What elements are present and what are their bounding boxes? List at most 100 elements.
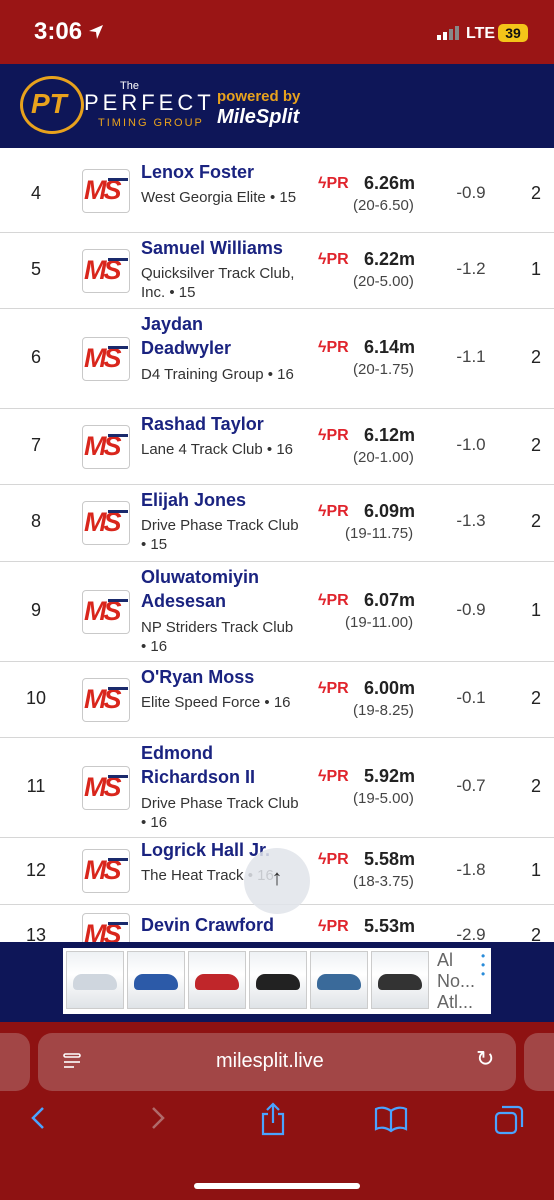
mark-imperial: (18-3.75) [353,873,414,890]
place: 6 [30,347,41,367]
car-image [127,951,185,1009]
athlete-team: Drive Phase Track Club • 15 [141,517,299,553]
logo-mark: PT [31,88,67,119]
athlete-name[interactable]: Rashad Taylor [141,412,311,436]
ad-banner[interactable]: Al No... Atl... • • • [63,948,491,1014]
team-logo: MS [82,766,130,810]
place: 9 [30,600,41,620]
heat: 2 [530,511,541,531]
mark-imperial: (19-11.75) [345,525,414,542]
reload-icon[interactable]: ↻ [476,1046,494,1072]
pr-badge: ϟPR [318,339,349,356]
forward-icon[interactable] [148,1105,168,1138]
team-logo: MS [82,678,130,722]
wind: -1.8 [456,860,486,879]
athlete-name[interactable]: Samuel Williams [141,236,311,260]
place: 5 [30,259,41,279]
previous-tab-edge[interactable] [0,1033,30,1091]
arrow-up-icon: ↑ [271,865,283,890]
team-logo: MS [82,249,130,293]
team-logo: MS [82,501,130,545]
status-time: 3:06 [34,18,83,45]
athlete-name[interactable]: Jaydan Deadwyler [141,312,251,360]
more-icon[interactable]: • • • [481,950,485,980]
mark: 6.12m [364,425,416,445]
share-icon[interactable] [259,1102,287,1143]
network-type: LTE [466,25,496,42]
table-row[interactable]: 4 MS Lenox Foster West Georgia Elite • 1… [0,148,554,233]
athlete-name[interactable]: Elijah Jones [141,488,311,512]
heat: 2 [530,183,541,203]
heat: 2 [530,347,541,367]
back-icon[interactable] [28,1105,48,1138]
car-image [188,951,246,1009]
wind: -0.1 [456,688,486,707]
logo-perfect: PERFECT [84,90,215,115]
url-text: milesplit.live [216,1050,324,1072]
table-row[interactable]: 10 MS O'Ryan Moss Elite Speed Force • 16… [0,662,554,738]
mark: 6.09m [364,501,416,521]
pr-badge: ϟPR [318,427,349,444]
athlete-team: Lane 4 Track Club • 16 [141,441,294,458]
car-image [371,951,429,1009]
athlete-name[interactable]: Edmond Richardson II [141,741,291,789]
heat: 2 [530,435,541,455]
mark-imperial: (19-5.00) [353,790,414,807]
athlete-team: NP Striders Track Club • 16 [141,619,294,655]
place: 10 [25,688,47,708]
place: 4 [30,183,41,203]
athlete-name[interactable]: Oluwatomiyin Adesesan [141,565,291,613]
place: 7 [30,435,41,455]
milesplit-logo[interactable]: MileSplit [217,106,299,129]
place: 8 [30,511,41,531]
signal-icon [437,26,459,40]
athlete-team: D4 Training Group • 16 [141,366,294,383]
pr-badge: ϟPR [318,175,349,192]
heat: 2 [530,925,541,942]
athlete-name[interactable]: Lenox Foster [141,160,311,184]
pr-badge: ϟPR [318,503,349,520]
next-tab-edge[interactable] [524,1033,554,1091]
page-menu-icon[interactable] [62,1051,81,1071]
wind: -1.3 [456,511,486,530]
mark-imperial: (20-6.50) [353,197,414,214]
athlete-name[interactable]: O'Ryan Moss [141,665,311,689]
mark-imperial: (20-1.75) [353,361,414,378]
team-logo: MS [82,849,130,893]
mark-imperial: (19-11.00) [345,614,414,631]
table-row[interactable]: 11 MS Edmond Richardson II Drive Phase T… [0,738,554,838]
address-bar[interactable]: milesplit.live ↻ [38,1033,516,1091]
mark-imperial: (20-5.00) [353,273,414,290]
mark: 6.07m [364,590,416,610]
ad-text: Al No... Atl... [437,950,476,1012]
athlete-name[interactable]: Devin Crawford [141,913,311,937]
tabs-icon[interactable] [494,1105,524,1142]
wind: -1.1 [456,347,486,366]
car-image [249,951,307,1009]
perfect-timing-logo[interactable]: PT [20,76,84,134]
table-row[interactable]: 9 MS Oluwatomiyin Adesesan NP Striders T… [0,562,554,662]
team-logo: MS [82,169,130,213]
wind: -2.9 [456,925,486,942]
athlete-team: Drive Phase Track Club • 16 [141,795,299,831]
wind: -0.9 [456,183,486,202]
table-row[interactable]: 5 MS Samuel Williams Quicksilver Track C… [0,233,554,309]
table-row[interactable]: 7 MS Rashad Taylor Lane 4 Track Club • 1… [0,409,554,485]
site-header: PT The PERFECT TIMING GROUP powered by M… [0,64,554,148]
scroll-to-top-button[interactable]: ↑ [244,848,310,914]
pr-badge: ϟPR [318,592,349,609]
pr-badge: ϟPR [318,680,349,697]
bookmarks-icon[interactable] [374,1105,408,1140]
mark: 6.00m [364,678,416,698]
location-arrow-icon [88,24,104,45]
wind: -1.2 [456,259,486,278]
heat: 1 [530,259,541,279]
heat: 2 [530,776,541,796]
battery-icon: 39 [498,24,528,42]
home-indicator[interactable] [194,1183,360,1189]
table-row[interactable]: 6 MS Jaydan Deadwyler D4 Training Group … [0,309,554,409]
team-logo: MS [82,425,130,469]
pr-badge: ϟPR [318,768,349,785]
place: 12 [25,860,47,880]
table-row[interactable]: 8 MS Elijah Jones Drive Phase Track Club… [0,485,554,562]
